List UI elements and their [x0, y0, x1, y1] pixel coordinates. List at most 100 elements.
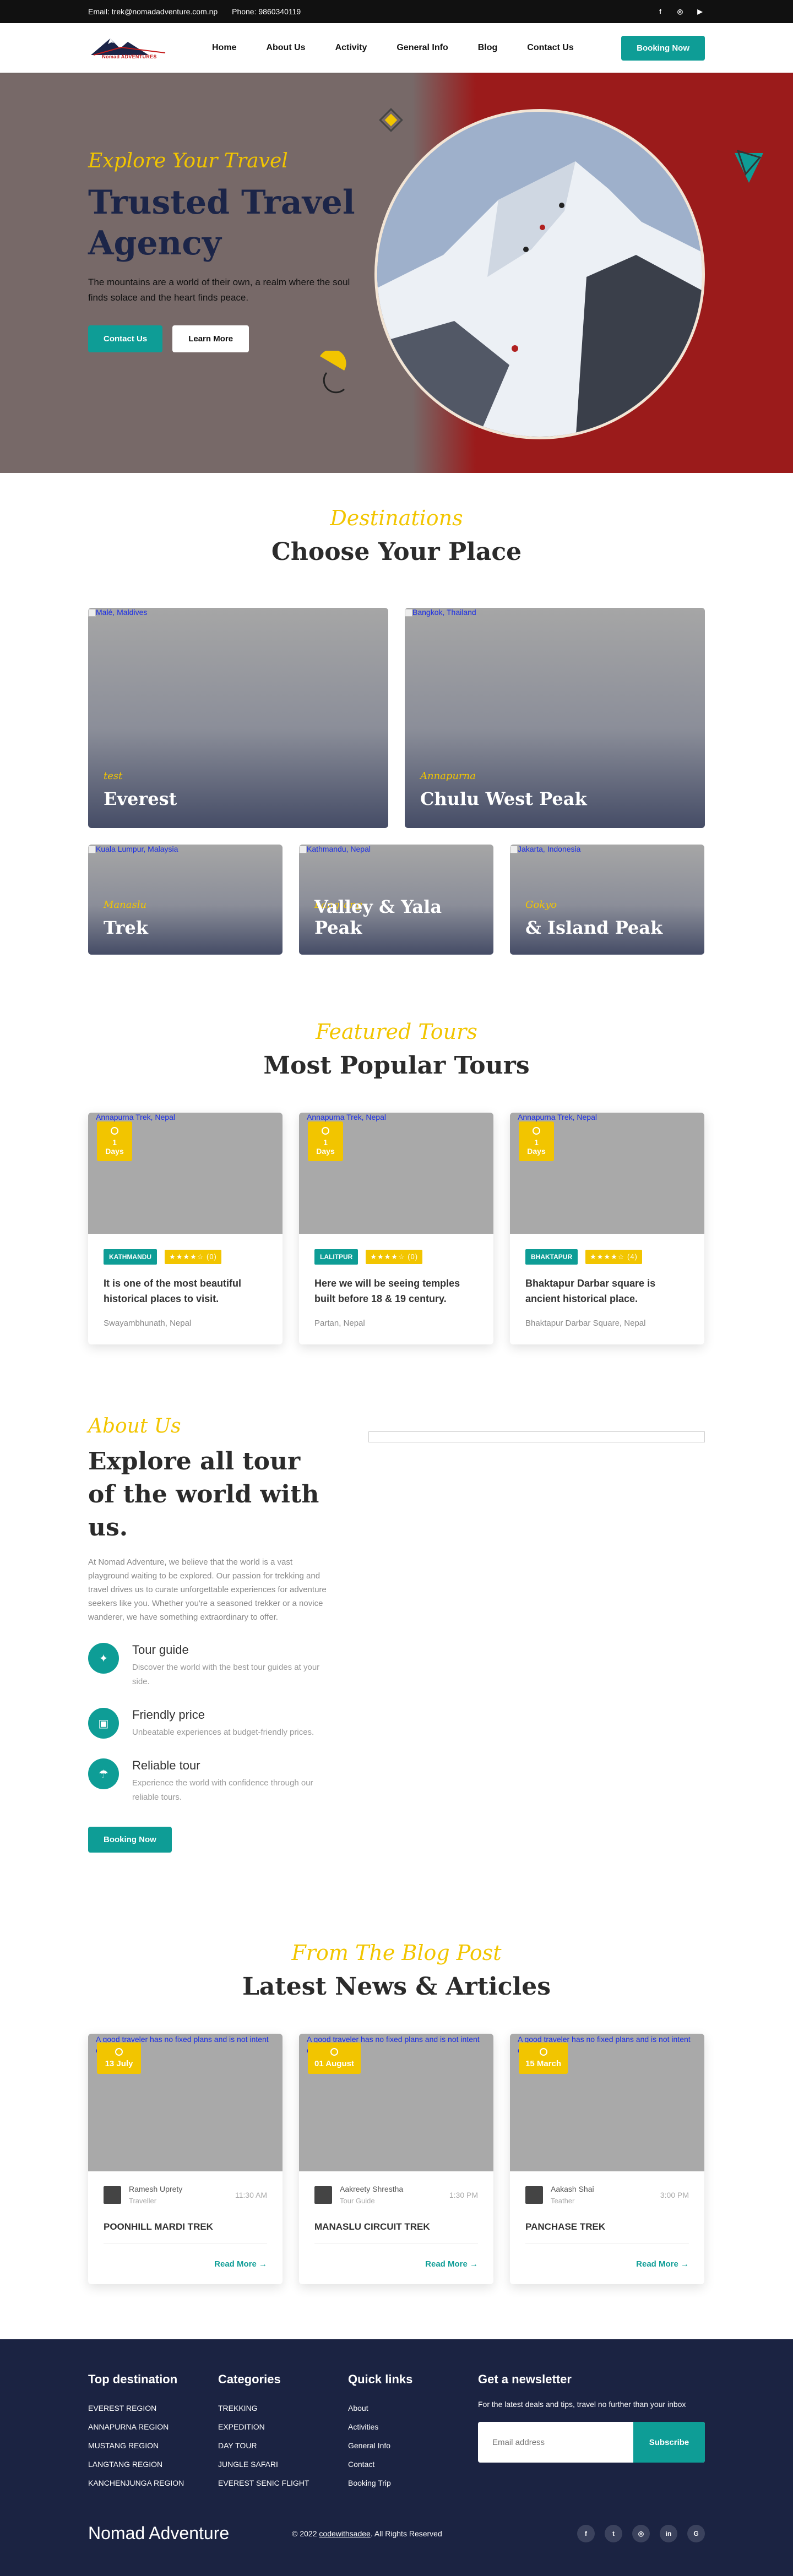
read-more-link[interactable]: Read More → — [525, 2259, 689, 2269]
facebook-icon[interactable]: f — [655, 7, 665, 17]
location-tag[interactable]: BHAKTAPUR — [525, 1249, 578, 1265]
nav-contact[interactable]: Contact Us — [527, 43, 573, 53]
tour-card[interactable]: Annapurna Trek, Nepal 1 Days BHAKTAPUR ★… — [510, 1113, 704, 1344]
footer-link[interactable]: EVEREST SENIC FLIGHT — [218, 2474, 348, 2492]
tour-title[interactable]: Here we will be seeing temples built bef… — [314, 1276, 478, 1306]
blog-section: From The Blog Post Latest News & Article… — [0, 1853, 793, 2284]
blog-card[interactable]: A good traveler has no fixed plans and i… — [299, 2034, 493, 2284]
diamond-shape-icon — [379, 108, 403, 132]
feature-title: Tour guide — [132, 1643, 189, 1657]
footer-link[interactable]: TREKKING — [218, 2399, 348, 2417]
footer-link[interactable]: KANCHENJUNGA REGION — [88, 2474, 218, 2492]
image-alt-text: Malé, Maldives — [88, 608, 147, 617]
nav-general-info[interactable]: General Info — [397, 43, 448, 53]
feature-description: Unbeatable experiences at budget-friendl… — [132, 1728, 314, 1737]
footer-link[interactable]: About — [348, 2399, 478, 2417]
nav-home[interactable]: Home — [212, 43, 236, 53]
navbar: Nomad ADVENTURES Home About Us Activity … — [0, 23, 793, 73]
hero-description: The mountains are a world of their own, … — [88, 277, 350, 303]
duration-badge: 1 Days — [519, 1121, 554, 1161]
booking-now-button[interactable]: Booking Now — [621, 35, 705, 61]
footer-link[interactable]: MUSTANG REGION — [88, 2436, 218, 2455]
footer-socials: f t ◎ in G — [577, 2524, 705, 2542]
destination-card[interactable]: Bangkok, Thailand Annapurna Chulu West P… — [405, 608, 705, 828]
footer-link[interactable]: EVEREST REGION — [88, 2399, 218, 2417]
footer-col-destinations: Top destination EVEREST REGION ANNAPURNA… — [88, 2372, 218, 2492]
author-name: Aakreety Shrestha — [340, 2185, 404, 2193]
blog-card[interactable]: A good traveler has no fixed plans and i… — [88, 2034, 283, 2284]
copyright-link[interactable]: codewithsadee — [319, 2529, 370, 2538]
destination-card[interactable]: Jakarta, Indonesia Gokyo & Island Peak — [510, 845, 704, 955]
logo-text: Nomad ADVENTURES — [102, 54, 157, 59]
learn-more-button[interactable]: Learn More — [172, 325, 249, 352]
destination-card[interactable]: Kathmandu, Nepal Langtang Valley & Yala … — [299, 845, 493, 955]
youtube-icon[interactable]: ▶ — [695, 7, 705, 17]
duration-badge: 1 Days — [97, 1121, 132, 1161]
contact-us-button[interactable]: Contact Us — [88, 325, 163, 352]
hero-script: Explore Your Travel — [88, 150, 288, 172]
tours-section: Featured Tours Most Popular Tours Annapu… — [0, 955, 793, 1344]
about-booking-button[interactable]: Booking Now — [88, 1827, 172, 1853]
tour-title[interactable]: It is one of the most beautiful historic… — [104, 1276, 267, 1306]
subscribe-button[interactable]: Subscribe — [633, 2422, 705, 2463]
blog-image: A good traveler has no fixed plans and i… — [510, 2034, 704, 2171]
twitter-icon[interactable]: t — [605, 2524, 622, 2542]
footer-link[interactable]: General Info — [348, 2436, 478, 2455]
compass-icon: ✦ — [88, 1643, 119, 1674]
footer-col-title: Top destination — [88, 2372, 178, 2386]
read-more-link[interactable]: Read More → — [314, 2259, 478, 2269]
destination-card[interactable]: Kuala Lumpur, Malaysia Manaslu Trek — [88, 845, 283, 955]
footer-link[interactable]: DAY TOUR — [218, 2436, 348, 2455]
location-tag[interactable]: KATHMANDU — [104, 1249, 157, 1265]
footer-brand[interactable]: Nomad Adventure — [88, 2523, 229, 2544]
nav-about[interactable]: About Us — [266, 43, 305, 53]
about-image-placeholder — [368, 1431, 705, 1442]
topbar-email[interactable]: Email: trek@nomadadventure.com.np — [88, 7, 218, 16]
footer-col-quick-links: Quick links About Activities General Inf… — [348, 2372, 478, 2492]
google-icon[interactable]: G — [687, 2524, 705, 2542]
tour-title[interactable]: Bhaktapur Darbar square is ancient histo… — [525, 1276, 689, 1306]
topbar-phone[interactable]: Phone: 9860340119 — [232, 7, 301, 16]
facebook-icon[interactable]: f — [577, 2524, 595, 2542]
tour-location: Swayambhunath, Nepal — [104, 1319, 192, 1328]
logo[interactable]: Nomad ADVENTURES — [88, 36, 171, 59]
post-title[interactable]: PANCHASE TREK — [525, 2221, 689, 2232]
read-more-link[interactable]: Read More → — [104, 2259, 267, 2269]
about-description: At Nomad Adventure, we believe that the … — [88, 1557, 327, 1622]
footer-col-categories: Categories TREKKING EXPEDITION DAY TOUR … — [218, 2372, 348, 2492]
linkedin-icon[interactable]: in — [660, 2524, 677, 2542]
destination-name: Everest — [104, 788, 177, 809]
clock-icon — [322, 1127, 329, 1135]
date-badge: 01 August — [308, 2043, 361, 2074]
umbrella-icon: ☂ — [88, 1758, 119, 1789]
post-title[interactable]: MANASLU CIRCUIT TREK — [314, 2221, 478, 2232]
blog-card[interactable]: A good traveler has no fixed plans and i… — [510, 2034, 704, 2284]
email-field[interactable] — [492, 2437, 633, 2447]
tour-card[interactable]: Annapurna Trek, Nepal 1 Days KATHMANDU ★… — [88, 1113, 283, 1344]
instagram-icon[interactable]: ◎ — [632, 2524, 650, 2542]
destinations-script: Destinations — [330, 506, 463, 530]
footer-link[interactable]: EXPEDITION — [218, 2417, 348, 2436]
hero: Explore Your Travel Trusted Travel Agenc… — [0, 73, 793, 473]
footer-link[interactable]: JUNGLE SAFARI — [218, 2455, 348, 2474]
post-title[interactable]: POONHILL MARDI TREK — [104, 2221, 267, 2232]
about-title: Explore all tour of the world with us. — [88, 1447, 319, 1542]
divider — [314, 2243, 478, 2244]
author-role: Traveller — [129, 2197, 157, 2205]
nav-activity[interactable]: Activity — [335, 43, 367, 53]
hero-title: Trusted Travel Agency — [88, 183, 355, 263]
footer-link[interactable]: Contact — [348, 2455, 478, 2474]
destination-card[interactable]: Malé, Maldives test Everest — [88, 608, 388, 828]
instagram-icon[interactable]: ◎ — [675, 7, 685, 17]
about-section: About Us Explore all tour of the world w… — [88, 1344, 705, 1853]
footer-link[interactable]: LANGTANG REGION — [88, 2455, 218, 2474]
tour-card[interactable]: Annapurna Trek, Nepal 1 Days LALITPUR ★★… — [299, 1113, 493, 1344]
newsletter-description: For the latest deals and tips, travel no… — [478, 2400, 686, 2409]
footer-link[interactable]: Activities — [348, 2417, 478, 2436]
footer-link[interactable]: ANNAPURNA REGION — [88, 2417, 218, 2436]
destinations-section: Destinations Choose Your Place Malé, Mal… — [0, 473, 793, 955]
nav-blog[interactable]: Blog — [478, 43, 498, 53]
location-tag[interactable]: LALITPUR — [314, 1249, 359, 1265]
post-time: 1:30 PM — [449, 2190, 478, 2199]
footer-link[interactable]: Booking Trip — [348, 2474, 478, 2492]
